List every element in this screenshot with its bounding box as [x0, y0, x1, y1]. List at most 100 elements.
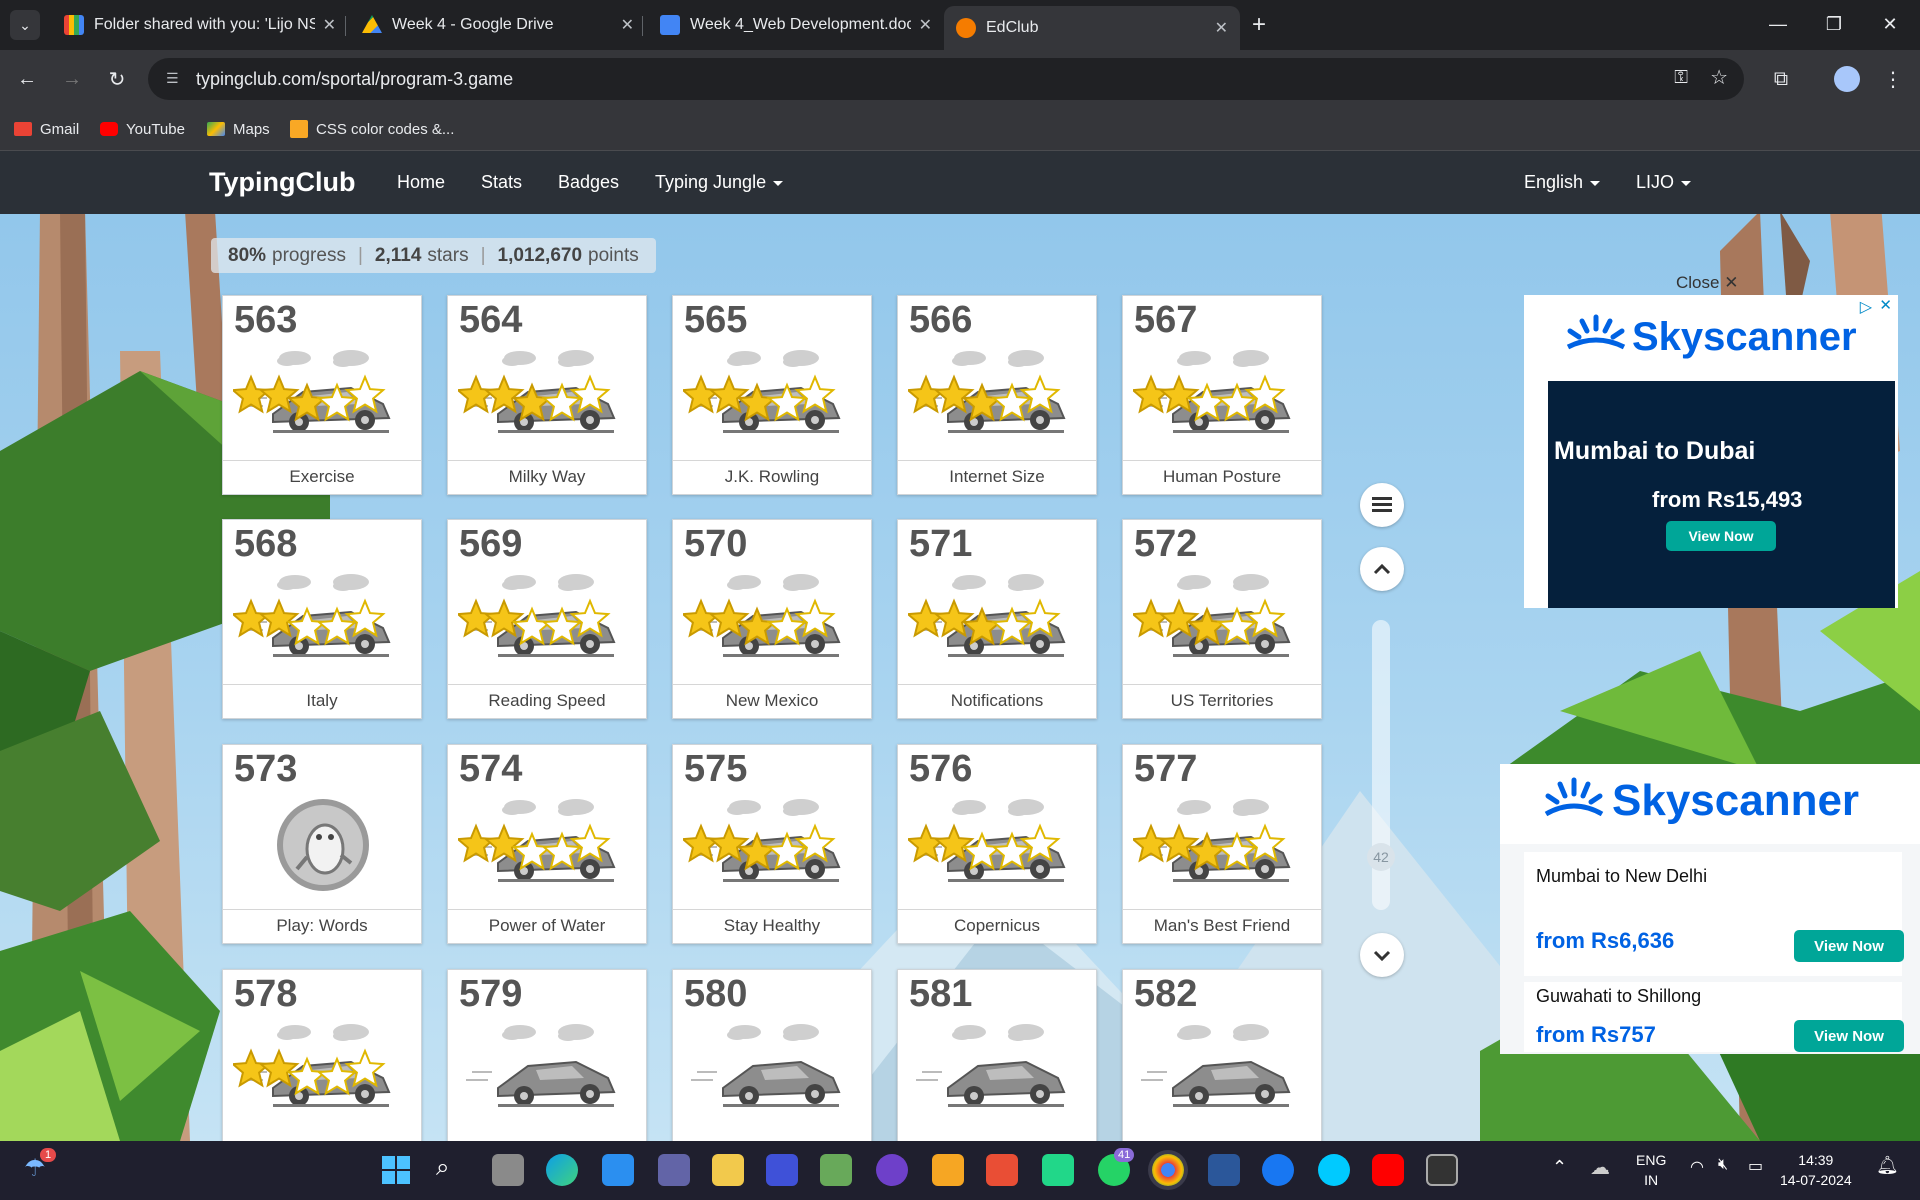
- tab-search-button[interactable]: ⌄: [10, 10, 40, 40]
- back-button[interactable]: ←: [10, 62, 44, 96]
- task-view-button[interactable]: [492, 1154, 524, 1186]
- weather-widget[interactable]: ☂ 1: [24, 1148, 57, 1186]
- vscode-app[interactable]: [602, 1154, 634, 1186]
- git-app[interactable]: [986, 1154, 1018, 1186]
- forward-button[interactable]: →: [55, 62, 89, 96]
- close-tab-icon[interactable]: ✕: [323, 15, 336, 35]
- lesson-card[interactable]: 565 J.K. Rowling: [672, 295, 872, 495]
- lesson-card[interactable]: 568 Italy: [222, 519, 422, 719]
- lesson-card[interactable]: 566 Internet Size: [897, 295, 1097, 495]
- search-button[interactable]: ⌕: [436, 1154, 468, 1186]
- lesson-card[interactable]: 578: [222, 969, 422, 1141]
- youtube-app[interactable]: [1372, 1154, 1404, 1186]
- scroll-up-button[interactable]: [1360, 547, 1404, 591]
- nav-typing-jungle-dropdown[interactable]: Typing Jungle: [655, 172, 784, 193]
- lesson-card[interactable]: 564 Milky Way: [447, 295, 647, 495]
- nav-home[interactable]: Home: [397, 172, 445, 193]
- tab-edclub[interactable]: EdClub ✕: [944, 6, 1240, 50]
- close-tab-icon[interactable]: ✕: [919, 15, 932, 35]
- lesson-card[interactable]: 563 Exercise: [222, 295, 422, 495]
- game-mascot-icon: [277, 799, 369, 891]
- edge-app[interactable]: [546, 1154, 578, 1186]
- battery-icon[interactable]: ▭: [1748, 1156, 1763, 1176]
- close-window-button[interactable]: ✕: [1862, 0, 1918, 48]
- nav-badges[interactable]: Badges: [558, 172, 619, 193]
- reload-button[interactable]: ↻: [100, 62, 134, 96]
- system-clock[interactable]: 14:39 14-07-2024: [1780, 1150, 1852, 1190]
- address-bar[interactable]: ☰ typingclub.com/sportal/program-3.game …: [148, 58, 1744, 100]
- word-app[interactable]: [1208, 1154, 1240, 1186]
- github-app[interactable]: [876, 1154, 908, 1186]
- lesson-card[interactable]: 579: [447, 969, 647, 1141]
- site-logo[interactable]: TypingClub: [209, 167, 355, 198]
- lesson-card[interactable]: 575 Stay Healthy: [672, 744, 872, 944]
- user-menu-dropdown[interactable]: LIJO: [1636, 172, 1692, 193]
- close-icon: ✕: [1882, 13, 1898, 34]
- onedrive-icon[interactable]: ☁: [1590, 1155, 1610, 1180]
- bookmark-css-colors[interactable]: CSS color codes &...: [290, 116, 454, 142]
- lesson-card[interactable]: 571 Notifications: [897, 519, 1097, 719]
- lesson-card[interactable]: 574 Power of Water: [447, 744, 647, 944]
- bookmark-gmail[interactable]: Gmail: [14, 116, 79, 142]
- language-dropdown[interactable]: English: [1524, 172, 1601, 193]
- teams-app[interactable]: [658, 1154, 690, 1186]
- chrome-app[interactable]: [1152, 1154, 1184, 1186]
- alexa-app[interactable]: [1318, 1154, 1350, 1186]
- lesson-card[interactable]: 570 New Mexico: [672, 519, 872, 719]
- tab-gmail[interactable]: Folder shared with you: 'Lijo NS ✕: [52, 6, 348, 44]
- ad-view-now-button[interactable]: View Now: [1794, 1020, 1904, 1052]
- lesson-card[interactable]: 582: [1122, 969, 1322, 1141]
- notepad-app[interactable]: [820, 1154, 852, 1186]
- ad-view-now-button[interactable]: View Now: [1666, 521, 1776, 551]
- facebook-app[interactable]: [1262, 1154, 1294, 1186]
- new-tab-button[interactable]: +: [1244, 10, 1274, 40]
- input-language[interactable]: ENG IN: [1636, 1150, 1666, 1190]
- tab-title: EdClub: [986, 19, 1039, 36]
- close-tab-icon[interactable]: ✕: [1215, 18, 1228, 38]
- profile-button[interactable]: [1830, 62, 1864, 96]
- bookmark-youtube[interactable]: YouTube: [100, 116, 185, 142]
- restore-button[interactable]: ❐: [1806, 0, 1862, 48]
- bookmark-star-icon[interactable]: ☆: [1710, 65, 1728, 90]
- lesson-card[interactable]: 573 Play: Words: [222, 744, 422, 944]
- lesson-card[interactable]: 576 Copernicus: [897, 744, 1097, 944]
- close-tab-icon[interactable]: ✕: [621, 15, 634, 35]
- ad-choices-icon[interactable]: ▷: [1860, 297, 1872, 317]
- close-ad-button[interactable]: Close ✕: [1676, 273, 1738, 293]
- lesson-card[interactable]: 580: [672, 969, 872, 1141]
- chrome-menu-button[interactable]: ⋮: [1876, 62, 1910, 96]
- ad-banner-top[interactable]: ▷ ✕ Skyscanner Mumbai to Dubai from Rs15…: [1524, 295, 1898, 608]
- scroll-down-button[interactable]: [1360, 933, 1404, 977]
- app-icon[interactable]: [766, 1154, 798, 1186]
- lesson-card[interactable]: 581: [897, 969, 1097, 1141]
- lesson-card[interactable]: 572 US Territories: [1122, 519, 1322, 719]
- chevron-up-icon[interactable]: ⌃: [1552, 1157, 1567, 1178]
- lesson-card[interactable]: 569 Reading Speed: [447, 519, 647, 719]
- wifi-icon[interactable]: ◠: [1690, 1157, 1704, 1177]
- tab-google-docs[interactable]: Week 4_Web Development.docx ✕: [648, 6, 944, 44]
- race-car-icon: [233, 350, 391, 433]
- whatsapp-app[interactable]: 41: [1098, 1148, 1135, 1186]
- scroll-position-badge[interactable]: 42: [1367, 843, 1395, 871]
- ad-banner-bottom[interactable]: ✕ Skyscanner Mumbai to New Delhi from Rs…: [1500, 764, 1920, 1054]
- speaker-muted-icon[interactable]: 🔇︎: [1718, 1156, 1728, 1174]
- close-icon[interactable]: ✕: [1879, 296, 1892, 314]
- lesson-card[interactable]: 567 Human Posture: [1122, 295, 1322, 495]
- terminal-app[interactable]: [1426, 1154, 1458, 1186]
- extensions-button[interactable]: ⧉: [1764, 62, 1798, 96]
- notification-bell-icon[interactable]: 🔔︎: [1876, 1155, 1899, 1176]
- menu-button[interactable]: [1360, 483, 1404, 527]
- password-key-icon[interactable]: ⚿: [1674, 67, 1688, 88]
- bookmark-maps[interactable]: Maps: [207, 116, 270, 142]
- tab-google-drive[interactable]: Week 4 - Google Drive ✕: [350, 6, 646, 44]
- pycharm-app[interactable]: [1042, 1154, 1074, 1186]
- file-explorer-app[interactable]: [712, 1154, 744, 1186]
- minimize-button[interactable]: —: [1750, 0, 1806, 48]
- ad-view-now-button[interactable]: View Now: [1794, 930, 1904, 962]
- nav-stats[interactable]: Stats: [481, 172, 522, 193]
- start-button[interactable]: [380, 1154, 412, 1186]
- caret-down-icon: [773, 180, 784, 186]
- app-icon[interactable]: [932, 1154, 964, 1186]
- lesson-card[interactable]: 577 Man's Best Friend: [1122, 744, 1322, 944]
- site-info-icon[interactable]: ☰: [166, 70, 184, 88]
